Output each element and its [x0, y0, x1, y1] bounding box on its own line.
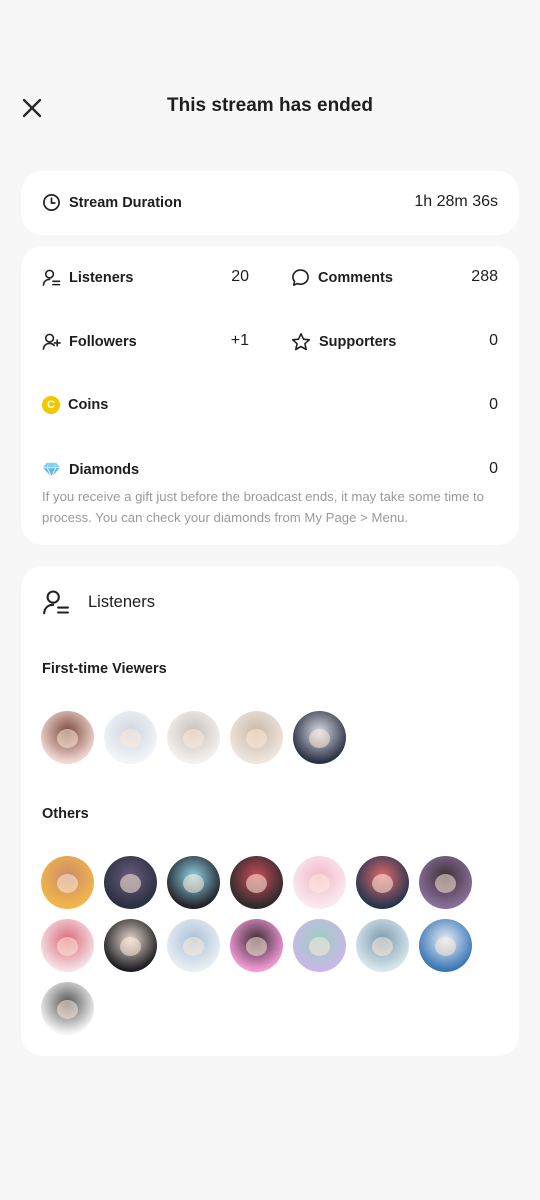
listener-icon: [43, 590, 69, 615]
listeners-stat-label-row: Listeners: [42, 268, 133, 287]
listener-avatar[interactable]: [356, 919, 409, 972]
followers-stat-label: Followers: [69, 333, 137, 350]
diamonds-stat-label: Diamonds: [69, 461, 140, 478]
listener-avatar[interactable]: [293, 711, 346, 764]
comments-stat-value: 288: [471, 268, 498, 285]
listener-avatar[interactable]: [41, 711, 94, 764]
stream-stats-card: Listeners 20 Comments 288 Followers +1 S…: [21, 246, 519, 545]
diamond-icon: [42, 462, 61, 479]
diamonds-stat-value: 0: [489, 460, 498, 477]
first-time-viewers-title: First-time Viewers: [42, 661, 167, 677]
first-time-viewers-list: [41, 711, 472, 764]
listener-avatar[interactable]: [104, 856, 157, 909]
listeners-card: Listeners First-time Viewers Others: [21, 566, 519, 1056]
stream-duration-card: Stream Duration 1h 28m 36s: [21, 171, 519, 235]
listener-avatar[interactable]: [230, 856, 283, 909]
coins-stat-label: Coins: [68, 397, 109, 413]
coins-stat-label-row: C Coins: [42, 396, 108, 414]
stream-duration-label: Stream Duration: [69, 194, 182, 211]
listener-avatar[interactable]: [293, 856, 346, 909]
listeners-stat-label: Listeners: [69, 269, 134, 286]
listeners-section-header: Listeners: [42, 588, 155, 616]
listener-avatar[interactable]: [230, 711, 283, 764]
listener-avatar[interactable]: [41, 856, 94, 909]
listener-avatar[interactable]: [104, 919, 157, 972]
supporters-stat-value: 0: [489, 332, 498, 349]
listener-icon: [42, 269, 61, 286]
stream-duration-value: 1h 28m 36s: [414, 193, 498, 210]
listener-avatar[interactable]: [104, 711, 157, 764]
comments-stat-label-row: Comments: [291, 268, 393, 287]
comment-bubble-icon: [292, 269, 309, 286]
comments-stat-label: Comments: [318, 269, 393, 286]
listeners-section-title: Listeners: [88, 592, 155, 611]
page-title: This stream has ended: [167, 95, 373, 116]
listener-avatar[interactable]: [293, 919, 346, 972]
add-follower-icon: [42, 333, 61, 350]
clock-icon: [43, 194, 60, 211]
supporters-stat-label: Supporters: [319, 334, 397, 350]
diamonds-stat-label-row: Diamonds: [42, 460, 139, 479]
coin-icon: C: [42, 396, 60, 414]
listener-avatar[interactable]: [419, 856, 472, 909]
stream-duration-label-row: Stream Duration: [42, 193, 182, 212]
other-viewers-list: [41, 856, 472, 1035]
listener-avatar[interactable]: [356, 856, 409, 909]
followers-stat-value: +1: [230, 332, 249, 349]
others-title: Others: [42, 806, 89, 822]
listener-avatar[interactable]: [167, 919, 220, 972]
listener-avatar[interactable]: [41, 982, 94, 1035]
listener-avatar[interactable]: [167, 856, 220, 909]
coins-stat-value: 0: [489, 396, 498, 413]
header-bar: This stream has ended: [0, 80, 540, 136]
listener-avatar[interactable]: [41, 919, 94, 972]
listeners-stat-value: 20: [231, 268, 249, 285]
supporters-stat-label-row: Supporters: [291, 332, 396, 352]
diamonds-processing-note: If you receive a gift just before the br…: [42, 489, 485, 525]
listener-avatar[interactable]: [230, 919, 283, 972]
listener-avatar[interactable]: [419, 919, 472, 972]
followers-stat-label-row: Followers: [42, 332, 137, 351]
star-icon: [291, 333, 311, 351]
listener-avatar[interactable]: [167, 711, 220, 764]
